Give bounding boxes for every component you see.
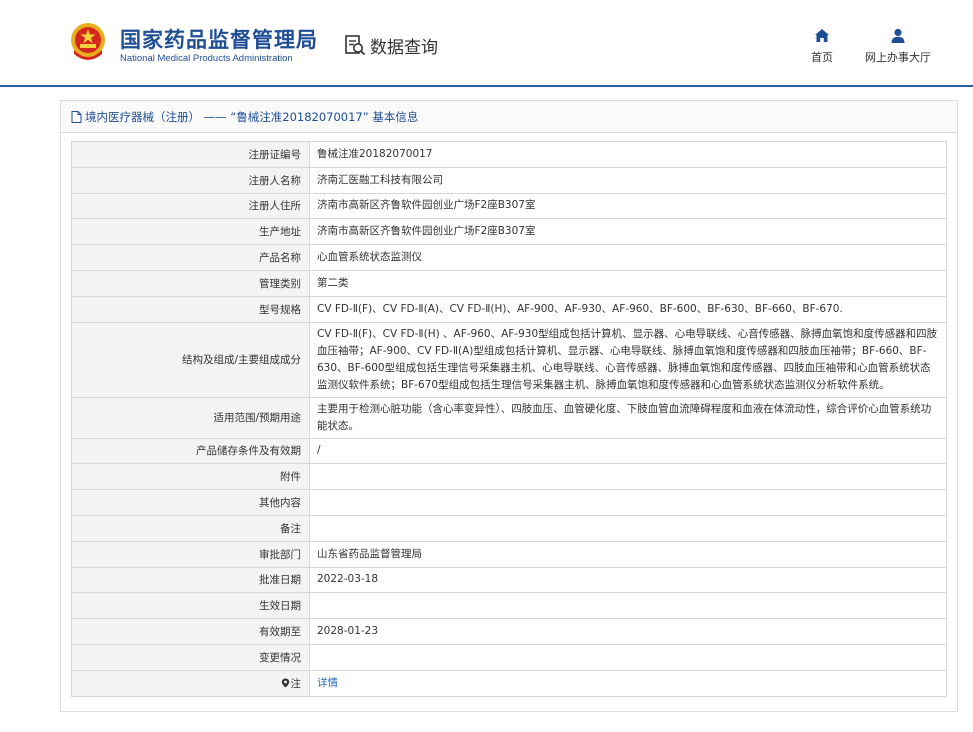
table-row: 结构及组成/主要组成成分 CV FD-Ⅱ(F)、CV FD-Ⅱ(H) 、AF-9… — [71, 321, 947, 398]
data-query-link[interactable]: 数据查询 — [344, 32, 438, 58]
national-emblem-icon — [71, 23, 105, 60]
row-value: 2028-01-23 — [309, 618, 947, 645]
row-label: 生产地址 — [71, 218, 310, 246]
row-label: 型号规格 — [71, 295, 310, 323]
table-row: 生产地址 济南市高新区齐鲁软件园创业广场F2座B307室 — [71, 218, 947, 246]
agency-name-cn: 国家药品监督管理局 — [120, 28, 318, 52]
row-label: 批准日期 — [71, 566, 310, 594]
table-row: 附件 — [71, 463, 947, 491]
table-row: 注册人名称 济南汇医融工科技有限公司 — [71, 166, 947, 194]
row-label: 审批部门 — [71, 540, 310, 568]
panel-title: 境内医疗器械（注册） —— “鲁械注准20182070017” 基本信息 — [61, 101, 957, 133]
row-value: 心血管系统状态监测仪 — [309, 244, 947, 271]
details-link[interactable]: 详情 — [317, 677, 338, 689]
row-value: 济南汇医融工科技有限公司 — [309, 166, 947, 194]
table-row: 注 详情 — [71, 669, 947, 697]
row-label: 变更情况 — [71, 643, 310, 671]
row-label: 结构及组成/主要组成成分 — [71, 321, 310, 398]
row-label: 附件 — [71, 463, 310, 491]
home-icon — [815, 29, 829, 42]
note-label-text: 注 — [290, 677, 302, 690]
row-value: 济南市高新区齐鲁软件园创业广场F2座B307室 — [309, 192, 947, 220]
row-value: / — [309, 437, 947, 465]
table-row: 产品名称 心血管系统状态监测仪 — [71, 244, 947, 271]
row-value: 鲁械注准20182070017 — [309, 141, 947, 168]
nav-online-hall[interactable]: 网上办事大厅 — [860, 28, 936, 65]
row-label: 管理类别 — [71, 269, 310, 297]
table-row: 批准日期 2022-03-18 — [71, 566, 947, 594]
row-label: 生效日期 — [71, 592, 310, 620]
row-label: 注册人名称 — [71, 166, 310, 194]
row-label: 有效期至 — [71, 618, 310, 645]
row-label: 产品名称 — [71, 244, 310, 271]
row-label: 产品储存条件及有效期 — [71, 437, 310, 465]
table-row: 审批部门 山东省药品监督管理局 — [71, 540, 947, 568]
table-row: 型号规格 CV FD-Ⅱ(F)、CV FD-Ⅱ(A)、CV FD-Ⅱ(H)、AF… — [71, 295, 947, 323]
row-value: 第二类 — [309, 269, 947, 297]
document-search-icon — [345, 35, 366, 56]
row-value — [309, 592, 947, 620]
row-label: 适用范围/预期用途 — [71, 396, 310, 439]
row-value — [309, 489, 947, 516]
table-row: 其他内容 — [71, 489, 947, 516]
data-query-label: 数据查询 — [370, 37, 438, 58]
row-label: 备注 — [71, 514, 310, 542]
nav-home[interactable]: 首页 — [808, 28, 836, 65]
table-row: 备注 — [71, 514, 947, 542]
row-value — [309, 643, 947, 671]
table-row: 注册人住所 济南市高新区齐鲁软件园创业广场F2座B307室 — [71, 192, 947, 220]
row-value: 济南市高新区齐鲁软件园创业广场F2座B307室 — [309, 218, 947, 246]
table-row: 管理类别 第二类 — [71, 269, 947, 297]
agency-name-en: National Medical Products Administration — [120, 53, 293, 64]
panel-title-text: 境内医疗器械（注册） —— “鲁械注准20182070017” 基本信息 — [85, 109, 419, 124]
registration-info-table: 注册证编号 鲁械注准20182070017 注册人名称 济南汇医融工科技有限公司… — [71, 141, 947, 697]
row-value: 2022-03-18 — [309, 566, 947, 594]
table-row: 产品储存条件及有效期 / — [71, 437, 947, 465]
table-row: 有效期至 2028-01-23 — [71, 618, 947, 645]
site-header: 国家药品监督管理局 National Medical Products Admi… — [0, 0, 973, 87]
document-icon — [71, 110, 82, 123]
table-row: 适用范围/预期用途 主要用于检测心脏功能（含心率变异性）、四肢血压、血管硬化度、… — [71, 396, 947, 439]
row-value: 主要用于检测心脏功能（含心率变异性）、四肢血压、血管硬化度、下肢血管血流障碍程度… — [309, 396, 947, 439]
nav-online-hall-label: 网上办事大厅 — [865, 51, 931, 64]
row-value: 详情 — [309, 669, 947, 697]
nav-home-label: 首页 — [811, 51, 833, 64]
location-pin-icon — [281, 678, 289, 688]
row-value: CV FD-Ⅱ(F)、CV FD-Ⅱ(H) 、AF-960、AF-930型组成包… — [309, 321, 947, 398]
row-label: 其他内容 — [71, 489, 310, 516]
note-label: 注 — [71, 669, 310, 697]
row-value: 山东省药品监督管理局 — [309, 540, 947, 568]
row-value — [309, 514, 947, 542]
user-icon — [891, 28, 905, 43]
table-row: 注册证编号 鲁械注准20182070017 — [71, 141, 947, 168]
row-label: 注册人住所 — [71, 192, 310, 220]
row-value: CV FD-Ⅱ(F)、CV FD-Ⅱ(A)、CV FD-Ⅱ(H)、AF-900、… — [309, 295, 947, 323]
table-row: 变更情况 — [71, 643, 947, 671]
row-label: 注册证编号 — [71, 141, 310, 168]
row-value — [309, 463, 947, 491]
detail-panel: 境内医疗器械（注册） —— “鲁械注准20182070017” 基本信息 注册证… — [60, 100, 958, 712]
table-row: 生效日期 — [71, 592, 947, 620]
